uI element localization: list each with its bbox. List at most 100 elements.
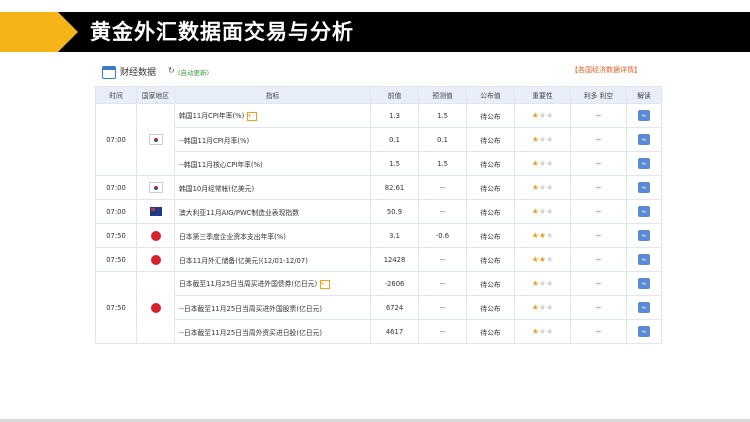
chart-read-icon[interactable]: ⌁ bbox=[638, 134, 650, 145]
auto-update-label: (自动更新) bbox=[178, 69, 210, 77]
forecast-value: -- bbox=[418, 247, 467, 272]
read-cell: ⌁ bbox=[626, 199, 662, 224]
star-icon: ★ bbox=[538, 231, 547, 240]
flag-jp-icon bbox=[150, 230, 161, 241]
country-cell bbox=[136, 247, 175, 272]
panel-header: 财经数据 ↻ (自动更新) 【各国经济数据详情】 bbox=[95, 60, 661, 86]
chart-read-icon[interactable]: ⌁ bbox=[638, 302, 650, 313]
actual-value: 待公布 bbox=[466, 223, 515, 248]
column-header: 预测值 bbox=[418, 86, 467, 104]
star-icon: ★ bbox=[531, 183, 539, 192]
chart-read-icon[interactable]: ⌁ bbox=[638, 230, 650, 241]
chart-read-icon[interactable]: ⌁ bbox=[638, 206, 650, 217]
details-link[interactable]: 【各国经济数据详情】 bbox=[571, 65, 641, 75]
indicator-cell: 日本第三季度企业资本支出年率(%) bbox=[174, 223, 371, 248]
flag-kr-icon bbox=[148, 182, 163, 193]
indicator-label: 韩国10月经常帐(亿美元) bbox=[179, 184, 255, 193]
indicator-cell: --韩国11月CPI月率(%) bbox=[174, 127, 371, 152]
importance-cell: ★★★ bbox=[514, 151, 571, 176]
read-cell: ⌁ bbox=[626, 151, 662, 176]
read-cell: ⌁ bbox=[626, 247, 662, 272]
table-row: 07:00 韩国10月经常帐(亿美元) 82.61 -- 待公布 ★★★ -- ⌁ bbox=[95, 175, 662, 200]
star-icon: ★ bbox=[546, 327, 554, 336]
impact-cell: -- bbox=[570, 247, 627, 272]
table-row: --韩国11月CPI月率(%) 0.1 0.1 待公布 ★★★ -- ⌁ bbox=[96, 127, 662, 152]
indicator-cell: 韩国11月CPI年率(%) ▾ bbox=[174, 103, 371, 128]
impact-cell: -- bbox=[570, 271, 627, 296]
star-icon: ★ bbox=[538, 111, 547, 120]
star-icon: ★ bbox=[538, 159, 547, 168]
star-icon: ★ bbox=[546, 303, 554, 312]
indicator-cell: 韩国10月经常帐(亿美元) bbox=[174, 175, 371, 200]
chart-read-icon[interactable]: ⌁ bbox=[638, 182, 650, 193]
time-cell: 07:00 bbox=[95, 175, 137, 200]
country-cell bbox=[136, 175, 175, 200]
read-cell: ⌁ bbox=[626, 271, 662, 296]
previous-value: 3.1 bbox=[370, 223, 419, 248]
star-icon: ★ bbox=[538, 303, 547, 312]
actual-value: 待公布 bbox=[466, 103, 515, 128]
impact-cell: -- bbox=[570, 103, 627, 128]
forecast-value: -- bbox=[418, 175, 467, 200]
flag-kr-icon bbox=[148, 134, 163, 145]
importance-cell: ★★★ bbox=[514, 271, 571, 296]
star-icon: ★ bbox=[546, 279, 554, 288]
column-header: 公布值 bbox=[466, 86, 515, 104]
read-cell: ⌁ bbox=[626, 103, 662, 128]
previous-value: 0.1 bbox=[370, 127, 419, 152]
flag-au-icon bbox=[149, 207, 162, 216]
actual-value: 待公布 bbox=[466, 247, 515, 272]
indicator-label: --韩国11月CPI月率(%) bbox=[179, 136, 250, 145]
star-icon: ★ bbox=[531, 303, 539, 312]
star-icon: ★ bbox=[531, 255, 539, 264]
column-header: 指标 bbox=[174, 86, 371, 104]
table-row: --韩国11月核心CPI年率(%) 1.5 1.5 待公布 ★★★ -- ⌁ bbox=[96, 151, 662, 176]
column-header: 重要性 bbox=[514, 86, 571, 104]
importance-cell: ★★★ bbox=[514, 103, 571, 128]
star-icon: ★ bbox=[531, 207, 539, 216]
previous-value: 1.5 bbox=[370, 151, 419, 176]
impact-cell: -- bbox=[570, 151, 627, 176]
indicator-label: --日本截至11月25日当周外资买进日股(亿日元) bbox=[179, 328, 323, 337]
table-row: --日本截至11月25日当周外资买进日股(亿日元) 4617 -- 待公布 ★★★ -- ⌁ bbox=[96, 319, 662, 344]
forecast-value: -- bbox=[418, 271, 467, 296]
importance-cell: ★★★ bbox=[514, 223, 571, 248]
time-cell: 07:00 bbox=[95, 103, 137, 176]
chart-read-icon[interactable]: ⌁ bbox=[638, 326, 650, 337]
refresh-icon[interactable]: ↻ bbox=[168, 66, 175, 75]
star-icon: ★ bbox=[538, 183, 547, 192]
calendar-icon bbox=[102, 66, 116, 79]
chart-read-icon[interactable]: ⌁ bbox=[638, 278, 650, 289]
actual-value: 待公布 bbox=[466, 127, 515, 152]
importance-cell: ★★★ bbox=[514, 319, 571, 344]
indicator-label: 日本11月外汇储备(亿美元)(12/01-12/07) bbox=[179, 256, 308, 265]
actual-value: 待公布 bbox=[466, 295, 515, 320]
indicator-label: 日本第三季度企业资本支出年率(%) bbox=[179, 232, 286, 241]
column-header: 利多 利空 bbox=[570, 86, 627, 104]
indicator-cell: 澳大利亚11月AIG/PWC制造业表现指数 bbox=[174, 199, 371, 224]
expand-icon[interactable]: ▾ bbox=[247, 111, 258, 121]
indicator-cell: 日本11月外汇储备(亿美元)(12/01-12/07) bbox=[174, 247, 371, 272]
impact-cell: -- bbox=[570, 175, 627, 200]
read-cell: ⌁ bbox=[626, 175, 662, 200]
title-accent-arrow bbox=[58, 12, 78, 52]
flag-jp-icon bbox=[150, 302, 161, 313]
economic-calendar-table: 时间 国家地区 指标 前值 预测值 公布值 重要性 利多 利空 解读 07:00 韩国11月CPI… bbox=[95, 86, 662, 344]
star-icon: ★ bbox=[546, 207, 554, 216]
star-icon: ★ bbox=[546, 135, 554, 144]
expand-icon[interactable]: ▾ bbox=[320, 279, 331, 289]
chart-read-icon[interactable]: ⌁ bbox=[638, 158, 650, 169]
table-row: 07:50 日本截至11月25日当周买进外国债券(亿日元) ▾ -2606 -- 待公布 ★… bbox=[95, 271, 662, 344]
time-cell: 07:50 bbox=[95, 271, 137, 344]
star-icon: ★ bbox=[531, 231, 539, 240]
actual-value: 待公布 bbox=[466, 319, 515, 344]
indicator-label: 韩国11月CPI年率(%) bbox=[179, 112, 245, 121]
forecast-value: 1.5 bbox=[418, 103, 467, 128]
indicator-label: 日本截至11月25日当周买进外国债券(亿日元) bbox=[179, 280, 318, 289]
time-cell: 07:50 bbox=[95, 247, 137, 272]
column-header: 时间 bbox=[95, 86, 137, 104]
star-icon: ★ bbox=[546, 111, 554, 120]
chart-read-icon[interactable]: ⌁ bbox=[638, 254, 650, 265]
read-cell: ⌁ bbox=[626, 319, 662, 344]
chart-read-icon[interactable]: ⌁ bbox=[638, 110, 650, 121]
